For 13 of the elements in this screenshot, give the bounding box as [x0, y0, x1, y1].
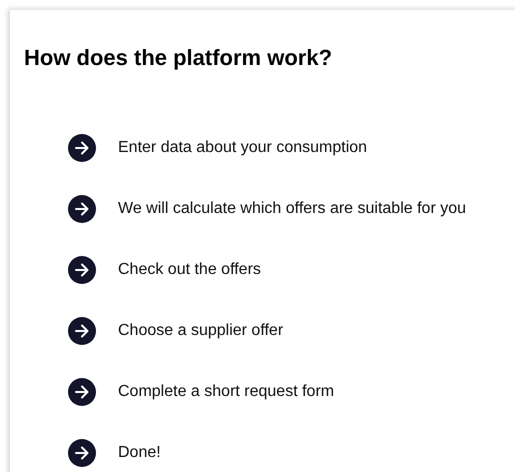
step-text: Complete a short request form [118, 383, 334, 401]
arrow-right-icon [68, 317, 96, 345]
arrow-right-icon [68, 256, 96, 284]
step-text: Choose a supplier offer [118, 322, 284, 340]
section-title: How does the platform work? [24, 44, 334, 72]
arrow-right-icon [68, 439, 96, 467]
arrow-right-icon [68, 195, 96, 223]
arrow-right-icon [68, 134, 96, 162]
step-text: Check out the offers [118, 261, 261, 279]
step-text: Done! [118, 444, 161, 462]
arrow-right-icon [68, 378, 96, 406]
step-text: We will calculate which offers are suitable for you [118, 200, 466, 218]
step-text: Enter data about your consumption [118, 139, 368, 157]
